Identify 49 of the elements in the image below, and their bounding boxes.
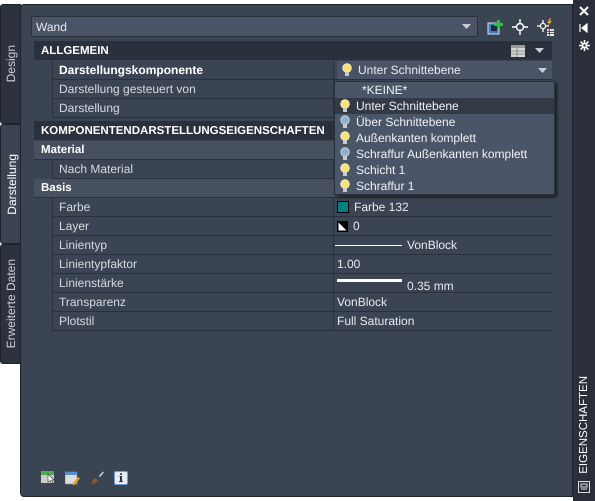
side-tab[interactable]: Design	[0, 4, 21, 124]
property-value: Farbe 132	[354, 200, 409, 214]
property-label: Linienstärke	[53, 274, 334, 292]
quick-select-icon[interactable]	[537, 18, 555, 36]
dropdown-option[interactable]: Unter Schnittebene	[335, 98, 554, 114]
linetype-sample	[335, 244, 402, 246]
property-label: Layer	[53, 217, 334, 235]
dropdown-option[interactable]: Schraffur Außenkanten komplett	[335, 146, 554, 162]
property-value: VonBlock	[407, 238, 458, 252]
caret-icon	[462, 24, 471, 29]
edit-style-icon[interactable]	[65, 471, 80, 485]
palette-title: EIGENSCHAFTEN	[578, 376, 590, 474]
brush-icon[interactable]	[90, 471, 104, 485]
caret-icon[interactable]	[535, 48, 544, 53]
property-value: 0.35 mm	[407, 278, 454, 292]
property-label: Linientyp	[53, 236, 334, 254]
dropdown-option[interactable]: Schicht 1	[335, 162, 554, 178]
property-value: 0	[353, 219, 360, 233]
subcategory-header[interactable]: Material	[41, 144, 84, 156]
subcategory-header[interactable]: Basis	[41, 182, 72, 194]
property-label: Farbe	[53, 198, 334, 216]
property-value: 1.00	[337, 257, 360, 271]
caret-icon	[538, 68, 547, 72]
property-label: Linientypfaktor	[53, 255, 334, 273]
settings-icon[interactable]	[578, 40, 590, 51]
property-label: Darstellungskomponente	[53, 61, 334, 79]
property-label: Plotstil	[53, 312, 334, 330]
select-objects-icon[interactable]	[41, 471, 55, 485]
property-label: Transparenz	[53, 293, 334, 311]
info-icon[interactable]	[114, 471, 128, 485]
component-dropdown[interactable]: Unter Schnittebene	[337, 61, 552, 79]
properties-icon[interactable]	[578, 481, 590, 493]
dropdown-option[interactable]: Außenkanten komplett	[335, 130, 554, 146]
side-tab[interactable]: Erweiterte Daten	[0, 244, 21, 364]
close-icon[interactable]	[579, 6, 589, 16]
side-tab[interactable]: Darstellung	[0, 124, 22, 244]
layer-icon	[337, 220, 348, 232]
auto-hide-icon[interactable]	[579, 23, 589, 33]
property-value: VonBlock	[337, 295, 388, 309]
lineweight-sample	[337, 279, 402, 282]
dropdown-option[interactable]: *KEINE*	[335, 82, 554, 98]
property-value: Full Saturation	[337, 314, 414, 328]
dropdown-option[interactable]: Schraffur 1	[335, 178, 554, 194]
add-object-icon[interactable]	[487, 18, 503, 34]
crosshair-icon[interactable]	[512, 18, 528, 34]
object-type-dropdown[interactable]: Wand	[31, 16, 478, 37]
category-header[interactable]: ALLGEMEIN	[41, 44, 109, 56]
dropdown-option[interactable]: Über Schnittebene	[335, 114, 554, 130]
table-view-icon[interactable]	[511, 44, 525, 56]
